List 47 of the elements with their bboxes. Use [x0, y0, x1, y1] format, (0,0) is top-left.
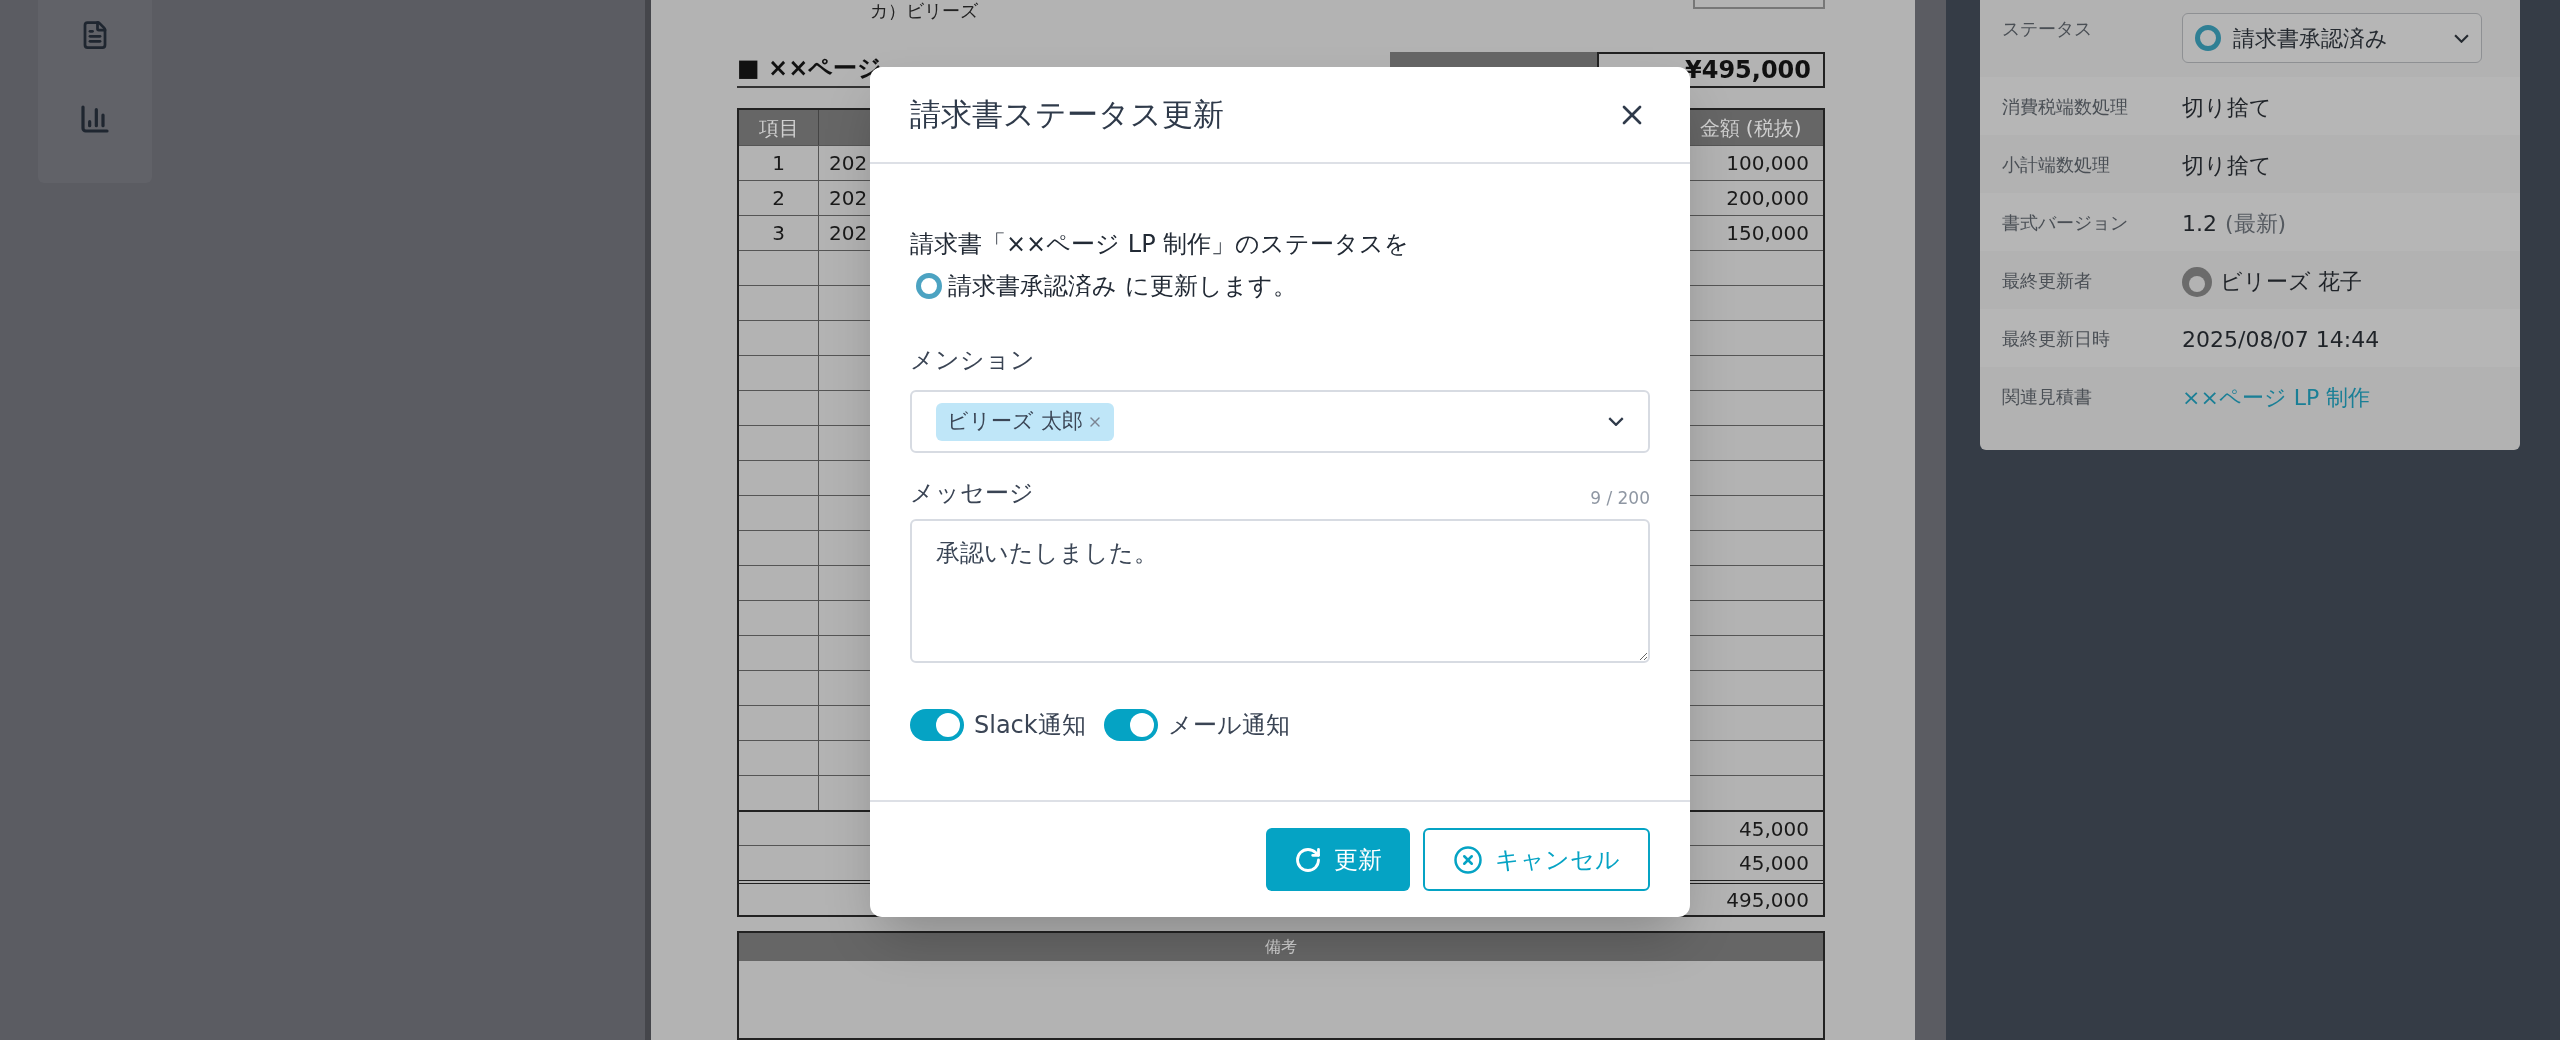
- toggle-switch[interactable]: [910, 709, 964, 741]
- chevron-down-icon: [2454, 33, 2469, 43]
- field-label: メッセージ: [910, 478, 1034, 509]
- field-label: 最終更新日時: [2002, 327, 2111, 351]
- table-cell: 3: [739, 216, 819, 250]
- table-cell-text: 45,000: [1738, 815, 1810, 843]
- field-label: メンション: [910, 345, 1036, 376]
- toggle-label: Slack通知: [974, 710, 1086, 741]
- table-cell-text: 150,000: [1725, 220, 1810, 247]
- character-counter: 9 / 200: [1590, 486, 1650, 510]
- column-header: 項目: [739, 110, 819, 145]
- mention-select[interactable]: ビリーズ 太郎: [910, 390, 1650, 453]
- column-header: 金額 (税抜): [1698, 114, 1803, 142]
- table-cell: 2: [739, 181, 819, 215]
- status-ring-icon: [916, 273, 942, 299]
- table-cell-text: 200,000: [1725, 185, 1810, 212]
- field-label: ステータス: [2002, 17, 2093, 41]
- mention-chip[interactable]: ビリーズ 太郎: [936, 402, 1114, 441]
- company-name: カ）ビリーズ: [870, 1, 978, 21]
- table-cell-text: 45,000: [1738, 850, 1810, 877]
- table-cell-text: 100,000: [1725, 150, 1810, 177]
- dialog-title: 請求書ステータス更新: [910, 95, 1224, 135]
- field-label: 最終更新者: [2002, 269, 2093, 293]
- bar-chart-icon[interactable]: [79, 103, 111, 135]
- field-value: 切り捨て: [2182, 152, 2272, 180]
- remarks-header: 備考: [739, 933, 1823, 961]
- chevron-down-icon: [1608, 417, 1624, 426]
- field-label: 関連見積書: [2002, 385, 2093, 409]
- toggle-label: メール通知: [1167, 710, 1290, 741]
- table-cell: 1: [739, 146, 819, 180]
- toggle-switch[interactable]: [1103, 709, 1158, 741]
- table-cell-text: 495,000: [1725, 886, 1810, 914]
- user-name: ビリーズ 花子: [2220, 268, 2362, 296]
- refresh-icon: [1294, 845, 1322, 874]
- message-field[interactable]: 承認いたしました。: [910, 519, 1650, 663]
- status-select[interactable]: 請求書承認済み: [2182, 13, 2482, 63]
- field-label: 書式バージョン: [2002, 211, 2129, 235]
- version-value: 1.2: [2182, 210, 2217, 238]
- status-ring-icon: [2195, 25, 2221, 51]
- version-note: (最新): [2225, 210, 2287, 238]
- avatar-icon: [2182, 266, 2212, 297]
- field-label: 消費税端数処理: [2002, 95, 2129, 119]
- field-value: 2025/08/07 14:44: [2182, 326, 2380, 354]
- cancel-icon: [1453, 844, 1483, 875]
- field-value: 切り捨て: [2182, 94, 2272, 122]
- confirmation-text: 請求書承認済み に更新します。: [948, 271, 1297, 302]
- field-label: 小計端数処理: [2002, 153, 2111, 177]
